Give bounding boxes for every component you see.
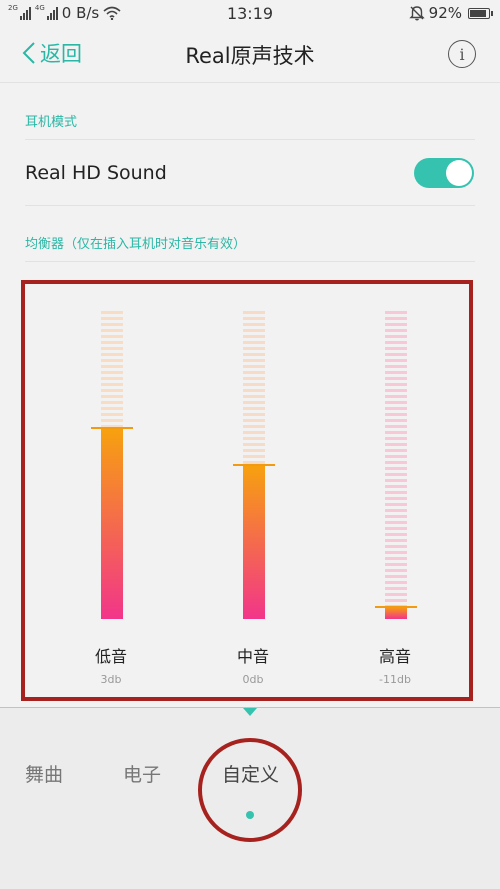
eq-fill	[243, 465, 265, 619]
eq-slider-handle[interactable]	[233, 464, 275, 466]
eq-band-bass: 低音 3db	[71, 311, 151, 691]
divider	[0, 82, 500, 83]
info-button[interactable]: i	[448, 40, 476, 68]
eq-band-value: -11db	[379, 673, 411, 686]
equalizer-label: 均衡器（仅在插入耳机时对音乐有效）	[25, 237, 247, 252]
eq-band-name: 低音	[94, 647, 127, 666]
eq-fill	[101, 428, 123, 619]
real-hd-sound-label: Real HD Sound	[25, 162, 167, 184]
divider	[25, 261, 475, 262]
status-right: 92%	[408, 4, 493, 22]
eq-band-value: 3db	[100, 673, 122, 686]
annotation-circle	[198, 738, 302, 842]
page-title: Real原声技术	[185, 44, 315, 68]
eq-band-name: 高音	[378, 647, 411, 666]
eq-band-name: 中音	[236, 647, 269, 666]
eq-band-mid: 中音 0db	[213, 311, 293, 691]
eq-track	[385, 311, 407, 619]
selection-pointer-icon	[243, 708, 257, 716]
preset-electronic[interactable]: 电子	[123, 760, 161, 787]
real-hd-sound-toggle[interactable]	[414, 158, 474, 188]
eq-band-treble: 高音 -11db	[355, 311, 435, 691]
alarm-off-icon	[408, 6, 425, 21]
equalizer-panel: 低音 3db 中音 0db 高音 -11db	[21, 280, 473, 701]
divider	[25, 205, 475, 206]
eq-fill	[385, 607, 407, 619]
battery-percent: 92%	[428, 4, 462, 22]
earphone-mode-label: 耳机模式	[25, 115, 78, 130]
toggle-knob	[446, 160, 472, 186]
eq-slider-handle[interactable]	[375, 606, 417, 608]
info-icon: i	[459, 44, 465, 64]
eq-slider-handle[interactable]	[91, 427, 133, 429]
battery-icon	[468, 7, 493, 19]
status-bar: 2G 4G 0 B/s 13:19 92%	[0, 0, 500, 28]
eq-band-value: 0db	[242, 673, 264, 686]
preset-dance[interactable]: 舞曲	[25, 760, 63, 787]
divider	[25, 139, 475, 140]
nav-bar: 返回 Real原声技术 i	[0, 28, 500, 82]
